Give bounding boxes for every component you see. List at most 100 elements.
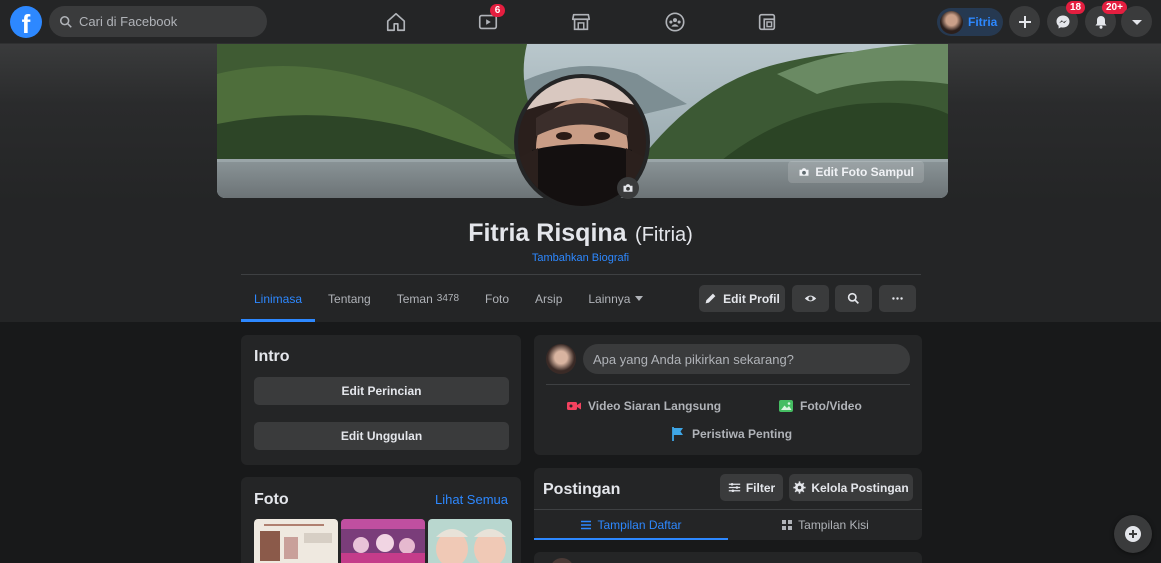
edit-profile-label: Edit Profil bbox=[723, 291, 780, 306]
tab-label: Foto bbox=[485, 291, 510, 306]
friends-count: 3478 bbox=[436, 293, 460, 304]
tab-label: Linimasa bbox=[254, 291, 303, 306]
posts-title: Postingan bbox=[543, 481, 621, 498]
see-all-photos-link[interactable]: Lihat Semua bbox=[435, 492, 508, 507]
composer-placeholder: Apa yang Anda pikirkan sekarang? bbox=[593, 351, 794, 367]
life-event-label: Peristiwa Penting bbox=[692, 427, 793, 441]
facebook-logo[interactable]: f bbox=[10, 6, 42, 38]
eye-icon bbox=[804, 295, 817, 302]
avatar bbox=[550, 558, 574, 563]
composer-divider bbox=[546, 384, 910, 385]
search-input[interactable] bbox=[79, 14, 249, 29]
post-card bbox=[534, 552, 922, 563]
tab-label: Teman bbox=[396, 291, 433, 306]
plus-icon bbox=[1018, 15, 1031, 28]
add-bio-link[interactable]: Tambahkan Biografi bbox=[0, 252, 1161, 264]
avatar bbox=[546, 344, 576, 374]
chevron-down-icon bbox=[1131, 19, 1142, 25]
watch-badge: 6 bbox=[490, 4, 505, 17]
new-message-icon bbox=[1125, 526, 1141, 542]
tab-friends[interactable]: Teman 3478 bbox=[384, 275, 472, 322]
edit-profile-button[interactable]: Edit Profil bbox=[699, 285, 785, 312]
grid-icon bbox=[782, 520, 793, 530]
posts-card: Postingan Filter Kelola Postingan Tampil… bbox=[534, 468, 922, 540]
edit-cover-photo-button[interactable]: Edit Foto Sampul bbox=[788, 161, 924, 183]
avatar bbox=[940, 10, 963, 34]
nav-marketplace[interactable] bbox=[567, 8, 595, 36]
camera-icon bbox=[623, 184, 633, 192]
edit-details-button[interactable]: Edit Perincian bbox=[254, 377, 509, 405]
composer-input[interactable]: Apa yang Anda pikirkan sekarang? bbox=[583, 344, 910, 374]
add-bio-label[interactable]: Tambahkan Biografi bbox=[532, 252, 629, 264]
nav-watch[interactable]: 6 bbox=[474, 4, 505, 36]
notifications-button[interactable]: 20+ bbox=[1085, 1, 1127, 37]
nav-groups[interactable] bbox=[661, 8, 689, 36]
profile-header: Edit Foto Sampul Fitria Risqina (Fitria)… bbox=[0, 44, 1161, 322]
view-as-button[interactable] bbox=[792, 285, 829, 312]
live-video-icon bbox=[567, 402, 581, 410]
manage-posts-label: Kelola Postingan bbox=[811, 480, 909, 495]
intro-card: Intro Edit Perincian Edit Unggulan bbox=[241, 335, 521, 465]
nav-gaming[interactable] bbox=[753, 8, 781, 36]
post-composer: Apa yang Anda pikirkan sekarang? Video S… bbox=[534, 335, 922, 455]
list-view-label: Tampilan Daftar bbox=[597, 518, 682, 532]
live-video-label: Video Siaran Langsung bbox=[588, 399, 722, 413]
groups-icon bbox=[665, 12, 685, 32]
profile-shortcut-name: Fitria bbox=[968, 15, 998, 29]
photo-video-label: Foto/Video bbox=[800, 399, 862, 413]
intro-title: Intro bbox=[254, 348, 290, 365]
profile-tabs: Linimasa Tentang Teman 3478 Foto Arsip La… bbox=[241, 275, 656, 322]
profile-alternate-name: (Fitria) bbox=[635, 224, 693, 246]
profile-shortcut[interactable]: Fitria bbox=[937, 8, 1003, 36]
photo-thumbnail[interactable] bbox=[341, 519, 425, 563]
tab-label: Lainnya bbox=[588, 291, 631, 306]
search-box[interactable] bbox=[49, 6, 267, 37]
new-message-button[interactable] bbox=[1114, 515, 1152, 553]
tab-list-view[interactable]: Tampilan Daftar bbox=[534, 510, 728, 540]
manage-posts-button[interactable]: Kelola Postingan bbox=[789, 474, 913, 501]
create-button[interactable] bbox=[1009, 6, 1040, 37]
profile-name: Fitria Risqina bbox=[468, 219, 627, 247]
tab-photos[interactable]: Foto bbox=[472, 275, 522, 322]
more-options-button[interactable] bbox=[879, 285, 916, 312]
photo-icon bbox=[779, 400, 793, 412]
tab-about[interactable]: Tentang bbox=[315, 275, 384, 322]
photo-image bbox=[341, 519, 425, 563]
sliders-icon bbox=[728, 482, 741, 493]
list-icon bbox=[581, 520, 592, 530]
top-navigation-bar: f 6 Fitria 18 20+ bbox=[0, 0, 1161, 44]
tab-archive[interactable]: Arsip bbox=[522, 275, 575, 322]
search-icon bbox=[847, 292, 859, 304]
gaming-icon bbox=[758, 13, 776, 31]
tab-more[interactable]: Lainnya bbox=[575, 275, 656, 322]
photo-thumbnail[interactable] bbox=[254, 519, 338, 563]
edit-featured-button[interactable]: Edit Unggulan bbox=[254, 422, 509, 450]
gear-icon bbox=[793, 481, 806, 494]
edit-featured-label: Edit Unggulan bbox=[340, 429, 423, 443]
photo-image bbox=[428, 519, 512, 563]
messenger-icon bbox=[1056, 15, 1069, 28]
flag-icon bbox=[672, 427, 683, 441]
photos-card: Foto Lihat Semua bbox=[241, 477, 521, 563]
grid-view-label: Tampilan Kisi bbox=[798, 518, 869, 532]
pencil-icon bbox=[705, 293, 716, 304]
update-profile-picture-button[interactable] bbox=[617, 177, 639, 199]
messenger-badge: 18 bbox=[1066, 1, 1086, 14]
live-video-button[interactable]: Video Siaran Langsung bbox=[566, 398, 721, 414]
nav-home[interactable] bbox=[382, 8, 410, 36]
profile-name-line: Fitria Risqina (Fitria) bbox=[0, 219, 1161, 248]
filter-label: Filter bbox=[745, 480, 776, 495]
account-menu-button[interactable] bbox=[1121, 6, 1152, 37]
tab-grid-view[interactable]: Tampilan Kisi bbox=[728, 510, 922, 540]
search-profile-button[interactable] bbox=[835, 285, 872, 312]
life-event-button[interactable]: Peristiwa Penting bbox=[670, 426, 792, 442]
filter-button[interactable]: Filter bbox=[720, 474, 783, 501]
tab-timeline[interactable]: Linimasa bbox=[241, 275, 316, 322]
photo-video-button[interactable]: Foto/Video bbox=[778, 398, 862, 414]
edit-cover-photo-label: Edit Foto Sampul bbox=[815, 165, 914, 179]
messenger-button[interactable]: 18 bbox=[1047, 1, 1086, 37]
photo-thumbnail[interactable] bbox=[428, 519, 512, 563]
edit-details-label: Edit Perincian bbox=[341, 384, 422, 398]
tab-label: Arsip bbox=[535, 291, 563, 306]
camera-icon bbox=[799, 168, 809, 176]
